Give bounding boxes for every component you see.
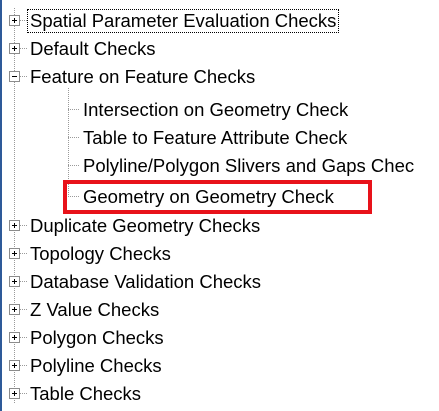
tree-node-label: Polyline/Polygon Slivers and Gaps Chec xyxy=(83,155,415,176)
tree-node-label: Spatial Parameter Evaluation Checks xyxy=(27,9,340,33)
expand-toggle-z-value[interactable] xyxy=(9,304,20,315)
expand-toggle-table[interactable] xyxy=(9,388,20,399)
tree-node-spatial-parameter-evaluation-checks[interactable]: Spatial Parameter Evaluation Checks xyxy=(27,8,340,34)
tree-node-duplicate-geometry-checks[interactable]: Duplicate Geometry Checks xyxy=(27,213,263,239)
tree-node-polygon-checks[interactable]: Polygon Checks xyxy=(27,325,167,351)
tree-node-label: Feature on Feature Checks xyxy=(30,66,256,87)
tree-node-table-checks[interactable]: Table Checks xyxy=(27,381,144,407)
tree-node-table-to-feature-attribute-check[interactable]: Table to Feature Attribute Check xyxy=(80,125,350,151)
tree-node-label: Polyline Checks xyxy=(30,355,162,376)
collapse-toggle-feature-on-feature[interactable] xyxy=(9,71,20,82)
tree-node-label: Database Validation Checks xyxy=(30,271,262,292)
tree-node-label: Polygon Checks xyxy=(30,327,164,348)
tree-node-polyline-checks[interactable]: Polyline Checks xyxy=(27,353,165,379)
tree-node-geometry-on-geometry-check[interactable]: Geometry on Geometry Check xyxy=(80,184,337,210)
expand-toggle-topology[interactable] xyxy=(9,248,20,259)
tree-node-label: Duplicate Geometry Checks xyxy=(30,215,261,236)
tree-node-intersection-on-geometry-check[interactable]: Intersection on Geometry Check xyxy=(80,97,351,123)
tree-node-default-checks[interactable]: Default Checks xyxy=(27,36,158,62)
tree-node-label: Table Checks xyxy=(30,383,142,404)
tree-node-polyline-polygon-slivers-check[interactable]: Polyline/Polygon Slivers and Gaps Chec xyxy=(80,153,417,179)
checks-tree: Spatial Parameter Evaluation Checks Defa… xyxy=(0,0,439,411)
tree-node-database-validation-checks[interactable]: Database Validation Checks xyxy=(27,269,264,295)
expand-toggle-polyline[interactable] xyxy=(9,360,20,371)
tree-node-z-value-checks[interactable]: Z Value Checks xyxy=(27,297,162,323)
expand-toggle-duplicate-geometry[interactable] xyxy=(9,220,20,231)
tree-node-label: Topology Checks xyxy=(30,243,171,264)
tree-node-label: Geometry on Geometry Check xyxy=(83,186,334,207)
expand-toggle-default-checks[interactable] xyxy=(9,43,20,54)
tree-node-label: Table to Feature Attribute Check xyxy=(83,127,348,148)
expand-toggle-polygon[interactable] xyxy=(9,332,20,343)
expand-toggle-spatial-parameter[interactable] xyxy=(9,15,20,26)
tree-node-label: Default Checks xyxy=(30,38,156,59)
tree-node-topology-checks[interactable]: Topology Checks xyxy=(27,241,174,267)
tree-node-label: Intersection on Geometry Check xyxy=(83,99,349,120)
tree-node-label: Z Value Checks xyxy=(30,299,160,320)
tree-node-feature-on-feature-checks[interactable]: Feature on Feature Checks xyxy=(27,64,258,90)
expand-toggle-database-validation[interactable] xyxy=(9,276,20,287)
tree-view-panel: Spatial Parameter Evaluation Checks Defa… xyxy=(0,0,439,411)
